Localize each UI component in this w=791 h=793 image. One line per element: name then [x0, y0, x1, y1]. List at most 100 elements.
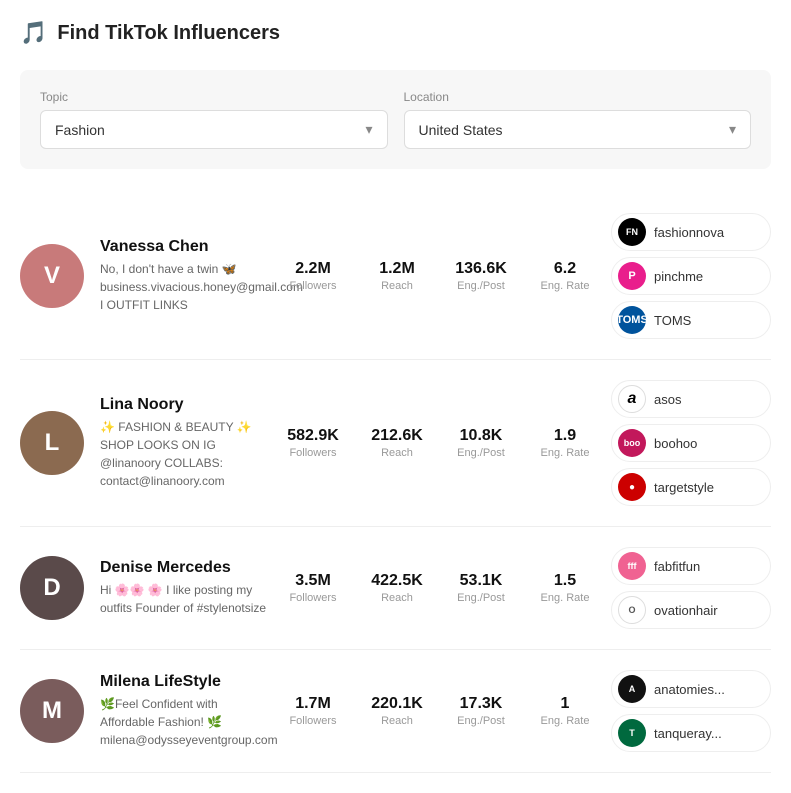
influencer-bio: No, I don't have a twin 🦋 business.vivac…	[100, 260, 267, 314]
stat-label: Eng./Post	[451, 592, 511, 604]
influencer-card[interactable]: D Denise Mercedes Hi 🌸🌸 🌸 I like posting m…	[20, 527, 771, 650]
stat-followers: 3.5MFollowers	[283, 572, 343, 604]
influencer-card[interactable]: MMilena LifeStyle🌿Feel Confident with Af…	[20, 650, 771, 773]
influencer-stats: 582.9K Followers 212.6K Reach 10.8KEng./Post…	[283, 427, 595, 459]
topic-chevron-icon: ▾	[365, 121, 372, 138]
stat-value: 1.7M	[283, 695, 343, 713]
stat-reach: 1.2M Reach	[367, 260, 427, 292]
stat-value: 1.5	[535, 572, 595, 590]
stat-value: 1.9	[535, 427, 595, 445]
stat-label: Eng. Rate	[535, 447, 595, 459]
brand-item[interactable]: TOMSTOMS	[611, 301, 771, 339]
brand-name: asos	[654, 392, 681, 407]
stat-followers: 582.9K Followers	[283, 427, 343, 459]
brand-name: anatomies...	[654, 682, 725, 697]
influencer-card[interactable]: LLina Noory✨ FASHION & BEAUTY ✨ SHOP LOO…	[20, 360, 771, 527]
brand-item[interactable]: FN fashionnova	[611, 213, 771, 251]
brand-logo: ●	[618, 473, 646, 501]
brand-item[interactable]: fff fabfitfun	[611, 547, 771, 585]
influencer-stats: 2.2M Followers 1.2M Reach 136.6K Eng./Post 6.2…	[283, 260, 595, 292]
stat-value: 6.2	[535, 260, 595, 278]
brand-logo: A	[618, 675, 646, 703]
brand-item[interactable]: ● targetstyle	[611, 468, 771, 506]
stat-label: Followers	[283, 280, 343, 292]
brand-logo: TOMS	[618, 306, 646, 334]
stat-value: 17.3K	[451, 695, 511, 713]
page-container: 🎵 Find TikTok Influencers Topic Fashion …	[0, 0, 791, 793]
influencer-name: Lina Noory	[100, 396, 267, 414]
influencer-name: Vanessa Chen	[100, 238, 267, 256]
stat-value: 220.1K	[367, 695, 427, 713]
stat-reach: 212.6K Reach	[367, 427, 427, 459]
tiktok-icon: 🎵	[20, 20, 47, 46]
stat-eng_rate: 1.5 Eng. Rate	[535, 572, 595, 604]
stat-value: 2.2M	[283, 260, 343, 278]
influencer-stats: 1.7MFollowers220.1KReach17.3KEng./Post1E…	[283, 695, 595, 727]
brand-logo: O	[618, 596, 646, 624]
stat-value: 53.1K	[451, 572, 511, 590]
stat-eng_per_post: 10.8KEng./Post	[451, 427, 511, 459]
stat-label: Eng. Rate	[535, 592, 595, 604]
stat-value: 422.5K	[367, 572, 427, 590]
influencer-bio: ✨ FASHION & BEAUTY ✨ SHOP LOOKS ON IG @l…	[100, 418, 267, 490]
page-header: 🎵 Find TikTok Influencers	[20, 20, 771, 46]
location-chevron-icon: ▾	[729, 121, 736, 138]
avatar: V	[20, 244, 84, 308]
brand-name: fabfitfun	[654, 559, 700, 574]
stat-label: Followers	[283, 715, 343, 727]
influencer-info: Vanessa Chen No, I don't have a twin 🦋 bu…	[100, 238, 267, 314]
brand-logo: T	[618, 719, 646, 747]
brand-name: fashionnova	[654, 225, 724, 240]
stat-eng_rate: 6.2Eng. Rate	[535, 260, 595, 292]
topic-label: Topic	[40, 90, 388, 104]
influencer-card[interactable]: V Vanessa Chen No, I don't have a twin 🦋 b…	[20, 193, 771, 360]
stat-label: Followers	[283, 447, 343, 459]
stat-label: Eng./Post	[451, 715, 511, 727]
topic-select[interactable]: Fashion ▾	[40, 110, 388, 149]
brand-item[interactable]: Ppinchme	[611, 257, 771, 295]
stat-eng_per_post: 17.3K Eng./Post	[451, 695, 511, 727]
stat-label: Eng./Post	[451, 280, 511, 292]
brand-item[interactable]: Aanatomies...	[611, 670, 771, 708]
stat-value: 212.6K	[367, 427, 427, 445]
brand-name: boohoo	[654, 436, 697, 451]
stat-label: Eng. Rate	[535, 715, 595, 727]
brand-logo: FN	[618, 218, 646, 246]
brand-list: Aanatomies... Ttanqueray...	[611, 670, 771, 752]
stat-value: 582.9K	[283, 427, 343, 445]
stat-label: Reach	[367, 280, 427, 292]
stat-reach: 220.1K Reach	[367, 695, 427, 727]
influencer-list: V Vanessa Chen No, I don't have a twin 🦋 b…	[20, 193, 771, 773]
location-select[interactable]: United States ▾	[404, 110, 752, 149]
stat-label: Followers	[283, 592, 343, 604]
location-value: United States	[419, 122, 503, 138]
influencer-bio: Hi 🌸🌸 🌸 I like posting my outfits Founde…	[100, 581, 267, 617]
influencer-info: Lina Noory ✨ FASHION & BEAUTY ✨ SHOP LOOK…	[100, 396, 267, 490]
influencer-name: Denise Mercedes	[100, 559, 267, 577]
brand-item[interactable]: Oovationhair	[611, 591, 771, 629]
influencer-info: Denise Mercedes Hi 🌸🌸 🌸 I like posting my…	[100, 559, 267, 617]
brand-logo: fff	[618, 552, 646, 580]
stat-eng_rate: 1.9 Eng. Rate	[535, 427, 595, 459]
stat-value: 10.8K	[451, 427, 511, 445]
stat-value: 1.2M	[367, 260, 427, 278]
avatar: D	[20, 556, 84, 620]
brand-item[interactable]: boo boohoo	[611, 424, 771, 462]
brand-item[interactable]: aasos	[611, 380, 771, 418]
stat-label: Reach	[367, 447, 427, 459]
stat-value: 136.6K	[451, 260, 511, 278]
brand-list: fff fabfitfun Oovationhair	[611, 547, 771, 629]
stat-eng_per_post: 53.1K Eng./Post	[451, 572, 511, 604]
brand-list: FN fashionnova Ppinchme TOMSTOMS	[611, 213, 771, 339]
brand-logo: boo	[618, 429, 646, 457]
location-filter-group: Location United States ▾	[404, 90, 752, 149]
influencer-info: Milena LifeStyle🌿Feel Confident with Aff…	[100, 673, 267, 749]
brand-name: pinchme	[654, 269, 703, 284]
brand-name: tanqueray...	[654, 726, 722, 741]
location-label: Location	[404, 90, 752, 104]
page-title: Find TikTok Influencers	[57, 22, 280, 45]
stat-label: Reach	[367, 715, 427, 727]
brand-item[interactable]: Ttanqueray...	[611, 714, 771, 752]
brand-name: targetstyle	[654, 480, 714, 495]
stat-reach: 422.5KReach	[367, 572, 427, 604]
